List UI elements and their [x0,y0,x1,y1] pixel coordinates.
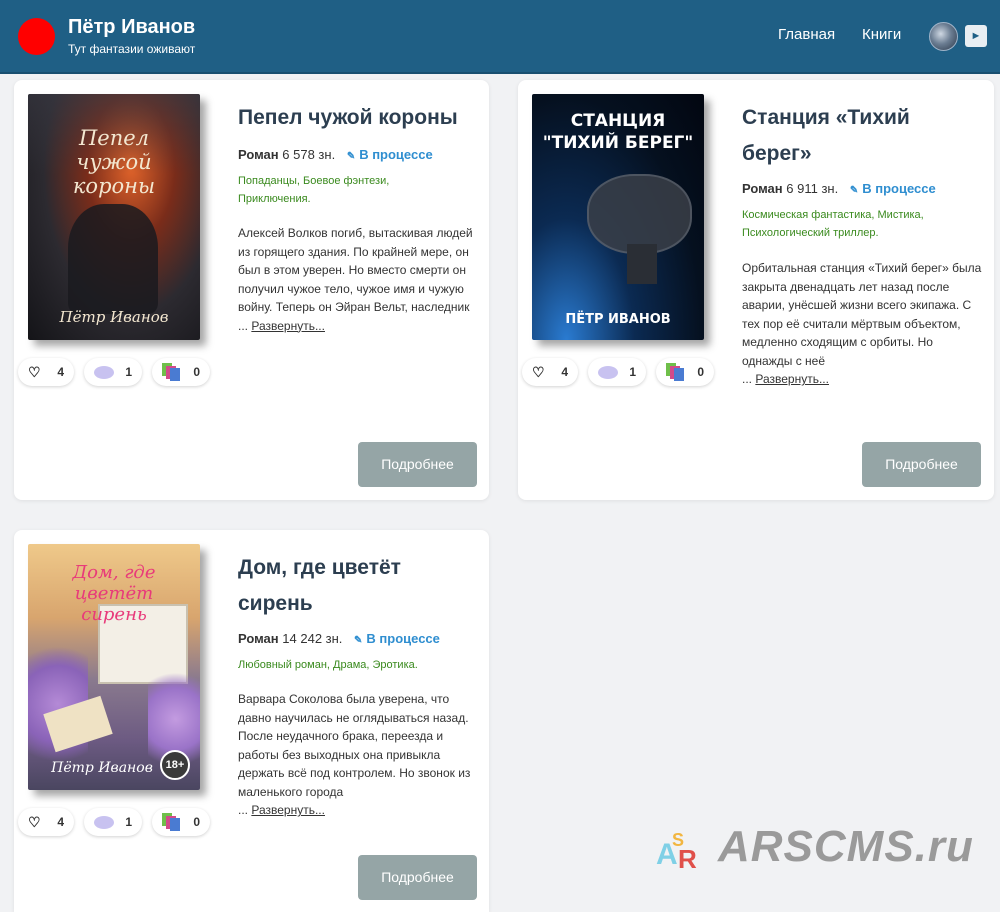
book-card: Пепел чужой короны Пётр Иванов Пепел чуж… [14,80,489,500]
svg-text:R: R [678,844,697,874]
description-text: Варвара Соколова была уверена, что давно… [238,692,471,799]
watermark-text: ARSCMS.ru [718,822,974,871]
cover-title: Дом, где цветёт сирень [72,562,156,625]
comment-count: 1 [125,815,132,829]
book-cover-image[interactable]: Пепел чужой короны Пётр Иванов [28,94,200,340]
library-button[interactable]: 0 [656,358,714,386]
library-count: 0 [193,815,200,829]
library-count: 0 [697,365,704,379]
site-logo[interactable] [18,18,55,55]
library-button[interactable]: 0 [152,808,210,836]
book-size: 14 242 зн. [282,631,343,646]
cover-title: СТАНЦИЯ "ТИХИЙ БЕРЕГ" [542,111,694,153]
book-meta: Роман 14 242 зн. ✎ В процессе [238,631,440,646]
watermark: A S R ARSCMS.ru [656,822,986,878]
book-description: Варвара Соколова была уверена, что давно… [238,690,478,820]
site-header: Пётр Иванов Тут фантазии оживают Главная… [0,0,1000,74]
details-button[interactable]: Подробнее [358,442,477,487]
comment-bubble-icon [94,816,114,829]
pen-icon: ✎ [849,185,859,196]
details-button[interactable]: Подробнее [862,442,981,487]
cover-author: ПЁТР ИВАНОВ [565,312,671,327]
cover-title: Пепел чужой короны [72,126,156,198]
book-size: 6 578 зн. [282,147,336,162]
pen-icon: ✎ [354,635,363,646]
like-button[interactable]: ♡ 4 [522,358,578,386]
like-button[interactable]: ♡ 4 [18,808,74,836]
description-ellipsis: ... [238,318,249,333]
watermark-logo-icon: A S R [656,830,697,874]
book-type: Роман [238,631,279,646]
book-meta: Роман 6 578 зн. ✎ В процессе [238,147,433,162]
book-description: Орбитальная станция «Тихий берег» была з… [742,259,982,389]
book-title[interactable]: Пепел чужой короны [238,100,488,136]
book-title[interactable]: Дом, где цветёт сирень [238,550,438,622]
comments-button[interactable]: 1 [588,358,646,386]
book-title[interactable]: Станция «Тихий берег» [742,100,942,172]
books-icon [162,813,180,831]
comment-bubble-icon [94,366,114,379]
book-size: 6 911 зн. [786,181,839,196]
cover-author: Пётр Иванов [59,308,169,326]
book-type: Роман [238,147,279,162]
like-count: 4 [561,365,568,379]
book-status: В процессе [862,181,936,196]
book-card: Дом, где цветёт сирень Пётр Иванов 18+ Д… [14,530,489,912]
library-button[interactable]: 0 [152,358,210,386]
library-count: 0 [193,365,200,379]
details-button[interactable]: Подробнее [358,855,477,900]
comment-count: 1 [629,365,636,379]
heart-icon: ♡ [28,814,41,830]
book-type: Роман [742,181,783,196]
book-status: В процессе [359,147,433,162]
expand-link[interactable]: Развернуть... [251,803,325,817]
nav-home-link[interactable]: Главная [778,26,835,43]
book-tags[interactable]: Любовный роман, Драма, Эротика. [238,656,478,674]
book-status: В процессе [366,631,440,646]
play-icon[interactable]: ► [965,25,987,47]
description-text: Орбитальная станция «Тихий берег» была з… [742,261,982,368]
age-rating-badge: 18+ [160,750,190,780]
comment-count: 1 [125,365,132,379]
books-icon [666,363,684,381]
comment-bubble-icon [598,366,618,379]
comments-button[interactable]: 1 [84,808,142,836]
book-cover-image[interactable]: Дом, где цветёт сирень Пётр Иванов 18+ [28,544,200,790]
heart-icon: ♡ [532,364,545,380]
book-description: Алексей Волков погиб, вытаскивая людей и… [238,224,478,335]
comments-button[interactable]: 1 [84,358,142,386]
book-tags[interactable]: Попаданцы, Боевое фэнтези, Приключения. [238,172,413,208]
description-text: Алексей Волков погиб, вытаскивая людей и… [238,226,473,314]
book-card: СТАНЦИЯ "ТИХИЙ БЕРЕГ" ПЁТР ИВАНОВ Станци… [518,80,994,500]
expand-link[interactable]: Развернуть... [251,319,325,333]
description-ellipsis: ... [742,372,753,386]
description-ellipsis: ... [238,803,249,817]
heart-icon: ♡ [28,364,41,380]
like-button[interactable]: ♡ 4 [18,358,74,386]
pen-icon: ✎ [346,151,356,162]
expand-link[interactable]: Развернуть... [755,372,829,386]
site-subtitle: Тут фантазии оживают [68,42,196,56]
like-count: 4 [57,815,64,829]
book-meta: Роман 6 911 зн. ✎ В процессе [742,181,936,196]
site-title[interactable]: Пётр Иванов [68,16,195,39]
book-tags[interactable]: Космическая фантастика, Мистика, Психоло… [742,206,947,242]
books-icon [162,363,180,381]
book-cover-image[interactable]: СТАНЦИЯ "ТИХИЙ БЕРЕГ" ПЁТР ИВАНОВ [532,94,704,340]
like-count: 4 [57,365,64,379]
nav-books-link[interactable]: Книги [862,26,901,43]
user-avatar[interactable] [929,22,958,51]
